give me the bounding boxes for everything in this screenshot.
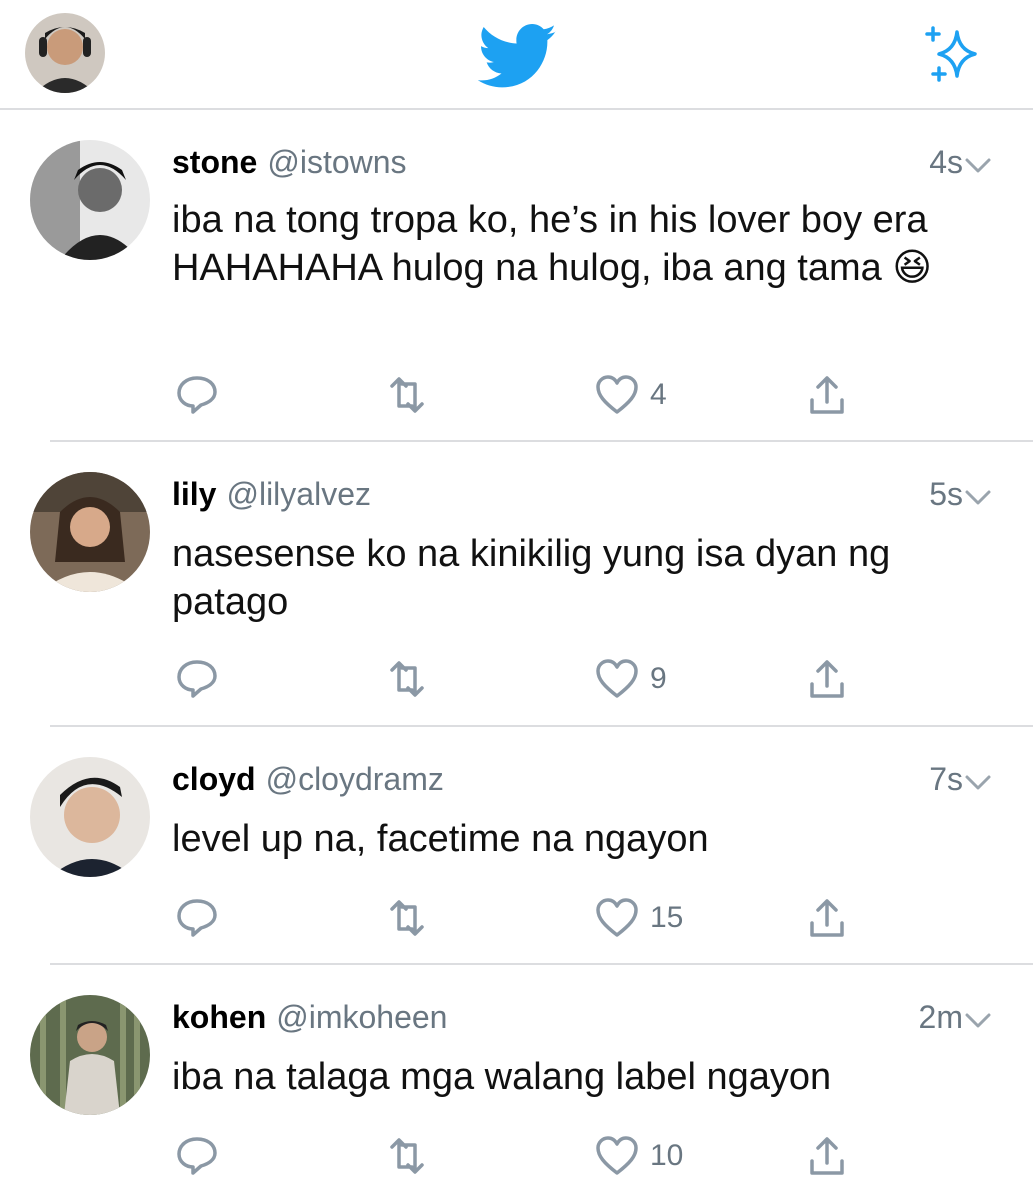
tweet-item[interactable]: lily @lilyalvez 5s nasesense ko na kiniki… — [0, 442, 1033, 727]
like-count: 15 — [650, 901, 684, 934]
tweet-actions: 10 — [0, 1131, 1033, 1181]
share-icon — [810, 899, 844, 937]
share-button[interactable] — [804, 893, 850, 943]
author-name[interactable]: cloyd — [172, 761, 256, 797]
heart-icon — [596, 898, 638, 937]
tweet-text: level up na, facetime na ngayon — [172, 818, 709, 860]
like-button[interactable]: 4 — [594, 370, 667, 420]
author-handle[interactable]: @istowns — [267, 144, 406, 180]
author-name[interactable]: kohen — [172, 999, 266, 1035]
reply-icon — [177, 376, 217, 414]
share-button[interactable] — [804, 1131, 850, 1181]
timestamp: 5s — [929, 476, 963, 512]
reply-icon — [177, 899, 217, 937]
reply-button[interactable] — [174, 893, 220, 943]
share-icon — [810, 660, 844, 698]
reply-icon — [177, 1137, 217, 1175]
reply-button[interactable] — [174, 654, 220, 704]
tweet-item[interactable]: cloyd @cloydramz 7s level up na, facetime… — [0, 727, 1033, 965]
chevron-down-icon[interactable] — [963, 1005, 993, 1035]
share-icon — [810, 1137, 844, 1175]
tweet-actions: 4 — [0, 370, 1033, 420]
retweet-button[interactable] — [384, 654, 430, 704]
tweet-header: lily @lilyalvez 5s — [172, 476, 1033, 516]
like-count: 9 — [650, 662, 667, 695]
tweet-header: cloyd @cloydramz 7s — [172, 761, 1033, 801]
reply-icon — [177, 660, 217, 698]
like-count: 10 — [650, 1139, 684, 1172]
tweet-text: iba na talaga mga walang label ngayon — [172, 1056, 832, 1098]
timestamp: 7s — [929, 761, 963, 797]
tweet-actions: 9 — [0, 654, 1033, 704]
heart-icon — [596, 1136, 638, 1175]
retweet-button[interactable] — [384, 1131, 430, 1181]
author-handle[interactable]: @lilyalvez — [226, 476, 371, 512]
like-button[interactable]: 9 — [594, 654, 667, 704]
share-icon — [810, 376, 844, 414]
retweet-icon — [390, 900, 424, 936]
reply-button[interactable] — [174, 1131, 220, 1181]
share-button[interactable] — [804, 654, 850, 704]
tweet-header: kohen @imkoheen 2m — [172, 999, 1033, 1039]
share-button[interactable] — [804, 370, 850, 420]
like-count: 4 — [650, 378, 667, 411]
author-name[interactable]: lily — [172, 476, 216, 512]
heart-icon — [596, 375, 638, 414]
like-button[interactable]: 10 — [594, 1131, 683, 1181]
sparkle-icon[interactable] — [921, 24, 983, 86]
avatar[interactable] — [30, 995, 150, 1115]
chevron-down-icon[interactable] — [963, 150, 993, 180]
top-bar — [0, 0, 1033, 110]
avatar[interactable] — [30, 472, 150, 592]
retweet-icon — [390, 661, 424, 697]
retweet-icon — [390, 1138, 424, 1174]
chevron-down-icon[interactable] — [963, 767, 993, 797]
twitter-bird-icon[interactable] — [478, 24, 558, 90]
retweet-icon — [390, 377, 424, 413]
like-button[interactable]: 15 — [594, 893, 683, 943]
retweet-button[interactable] — [384, 370, 430, 420]
timestamp: 4s — [929, 144, 963, 180]
avatar[interactable] — [30, 140, 150, 260]
heart-icon — [596, 659, 638, 698]
tweet-item[interactable]: kohen @imkoheen 2m iba na talaga mga wala… — [0, 965, 1033, 1200]
tweet-item[interactable]: stone @istowns 4s iba na tong tropa ko, h… — [0, 110, 1033, 442]
author-handle[interactable]: @imkoheen — [276, 999, 447, 1035]
timestamp: 2m — [918, 999, 963, 1035]
avatar[interactable] — [30, 757, 150, 877]
author-name[interactable]: stone — [172, 144, 257, 180]
reply-button[interactable] — [174, 370, 220, 420]
tweet-header: stone @istowns 4s — [172, 144, 1033, 184]
profile-avatar[interactable] — [25, 13, 105, 93]
tweet-text: nasesense ko na kinikilig yung isa dyan … — [172, 533, 891, 623]
author-handle[interactable]: @cloydramz — [266, 761, 444, 797]
retweet-button[interactable] — [384, 893, 430, 943]
tweet-text: iba na tong tropa ko, he’s in his lover … — [172, 199, 932, 289]
chevron-down-icon[interactable] — [963, 482, 993, 512]
tweet-actions: 15 — [0, 893, 1033, 943]
